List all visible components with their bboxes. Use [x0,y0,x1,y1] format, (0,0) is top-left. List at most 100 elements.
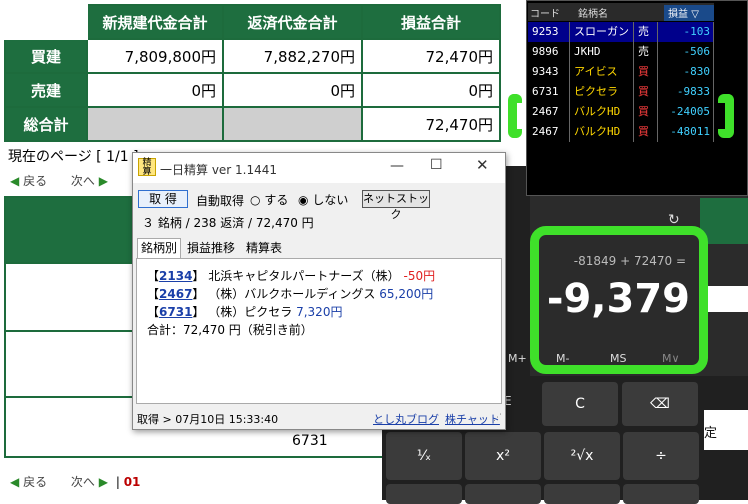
header-repay-total: 返済代金合計 [222,4,363,40]
stock-pl: -506 [660,42,714,62]
key-square[interactable]: x² [465,432,541,480]
entry-row: 【6731】 （株）ピクセラ 7,320円 [147,305,343,319]
summary-table: 新規建代金合計 返済代金合計 損益合計 買建 7,809,800円 7,882,… [4,4,501,142]
stock-side: 買 [636,62,658,82]
back-link-bottom[interactable]: 戻る [23,475,47,489]
highlight-bracket-right [718,94,734,138]
fetch-button[interactable]: 取 得 [138,190,188,208]
auto-fetch-label: 自動取得 [196,194,245,208]
header-pl[interactable]: 損益 ▽ [664,5,714,21]
sell-new-total: 0円 [86,72,224,108]
stock-row[interactable]: 2467 バルクHD 買 -48011 [528,122,714,142]
buy-new-total: 7,809,800円 [86,38,224,74]
stock-list-header: コード 銘柄名 損益 ▽ [528,3,714,21]
stock-row[interactable]: 9253 スローガン売 -103 [528,22,714,42]
stock-side: 売 [636,42,658,62]
calc-key[interactable] [544,484,620,504]
stock-name: アイビス [572,62,634,82]
status-bar: 取得 > 07月10日 15:33:40 とし丸ブログ 株チャット ⋰ [133,407,505,429]
stock-code: 9343 [530,62,570,82]
stock-name: バルクHD [572,122,634,142]
stock-pl: -48011 [660,122,714,142]
row-label-total: 総合計 [4,106,88,142]
corner-cell [4,4,88,40]
stock-side: 買 [636,122,658,142]
tab-pl-trend[interactable]: 損益推移 [184,239,238,257]
backspace-icon[interactable]: ⌫ [622,382,698,426]
stock-pl: -830 [660,62,714,82]
stock-side: 売 [636,22,658,42]
header-name[interactable]: 銘柄名 [578,5,608,20]
key-divide[interactable]: ÷ [623,432,699,480]
sell-pl-total: 0円 [361,72,501,108]
window-title: 一日精算 ver 1.1441 [160,163,278,177]
behind-text [704,286,748,312]
back-link[interactable]: 戻る [23,174,47,188]
next-link[interactable]: 次へ [71,174,95,188]
minimize-icon[interactable]: — [390,158,404,174]
stock-row[interactable]: 2467 バルクHD 買 -24005 [528,102,714,122]
stock-pl: -9833 [660,82,714,102]
blog-link[interactable]: とし丸ブログ [373,411,439,427]
buy-pl-total: 72,470円 [361,38,501,74]
stock-row[interactable]: 9343 アイビス買 -830 [528,62,714,82]
entries-panel: 【2134】 北浜キャピタルパートナーズ（株） -50円 【2467】 （株）バ… [136,258,502,404]
entry-code-link[interactable]: 2134 [159,269,192,283]
stock-pl: -103 [660,22,714,42]
stock-side: 買 [636,82,658,102]
filter-icon[interactable]: ▽ [691,9,699,20]
total-new-cell [86,106,224,142]
header-new-total: 新規建代金合計 [86,4,224,40]
stock-code: 9896 [530,42,570,62]
calc-key[interactable] [386,484,462,504]
entry-code-link[interactable]: 2467 [159,287,192,301]
grand-pl-total: 72,470円 [361,106,501,142]
chat-link[interactable]: 株チャット [445,411,500,427]
stock-name: ピクセラ [572,82,634,102]
radio-yes[interactable]: ○ する [250,191,288,208]
entry-code-link[interactable]: 6731 [159,305,192,319]
tab-settlement-sheet[interactable]: 精算表 [243,239,285,257]
entry-row: 【2134】 北浜キャピタルパートナーズ（株） -50円 [147,269,436,283]
key-clear[interactable]: C [542,382,618,426]
stock-code: 2467 [530,102,570,122]
stock-name: バルクHD [572,102,634,122]
stock-row[interactable]: 6731 ピクセラ買 -9833 [528,82,714,102]
status-text: 取得 > 07月10日 15:33:40 [137,413,279,426]
tab-by-stock[interactable]: 銘柄別 [137,238,182,259]
stock-side: 買 [636,102,658,122]
highlight-box [530,226,708,374]
next-arrow-icon: ▶ [98,475,108,489]
calc-key[interactable] [623,484,699,504]
key-reciprocal[interactable]: ¹⁄ₓ [386,432,462,480]
total-line: 合計：72,470 円（税引き前） [147,323,313,337]
mem-plus-key[interactable]: M+ [508,352,527,365]
entry-amount: 7,320円 [296,305,343,319]
stock-pl: -24005 [660,102,714,122]
stock-row[interactable]: 9896 JKHD 売 -506 [528,42,714,62]
sell-repay-total: 0円 [222,72,363,108]
row-label-sell: 売建 [4,72,88,108]
header-code[interactable]: コード [530,5,560,20]
resize-grip-icon[interactable]: ⋰ [493,413,502,423]
page-indicator: 現在のページ [ 1/1 ] [8,149,139,165]
radio-icon: ○ [250,193,261,207]
next-link-bottom[interactable]: 次へ [71,475,95,489]
maximize-icon[interactable]: ☐ [430,157,443,173]
total-repay-cell [222,106,363,142]
app-icon: 精算 [138,158,156,177]
page-number-link[interactable]: 01 [124,475,141,489]
back-arrow-icon: ◀ [10,174,20,188]
next-arrow-icon: ▶ [98,174,108,188]
radio-no[interactable]: ◉ しない [298,191,348,208]
calc-key[interactable] [465,484,541,504]
key-sqrt[interactable]: ²√x [544,432,620,480]
row-code-cell: 6731 [292,433,328,449]
net-stock-button[interactable]: ネットストック [362,190,430,221]
top-nav: ◀ 戻る 次へ ▶ [10,172,108,189]
stock-name: スローガン [572,22,634,42]
summary-line: ３ 銘柄 / 238 返済 / 72,470 円 [142,216,314,230]
stock-code: 6731 [530,82,570,102]
close-icon[interactable]: ✕ [476,156,489,174]
buy-repay-total: 7,882,270円 [222,38,363,74]
